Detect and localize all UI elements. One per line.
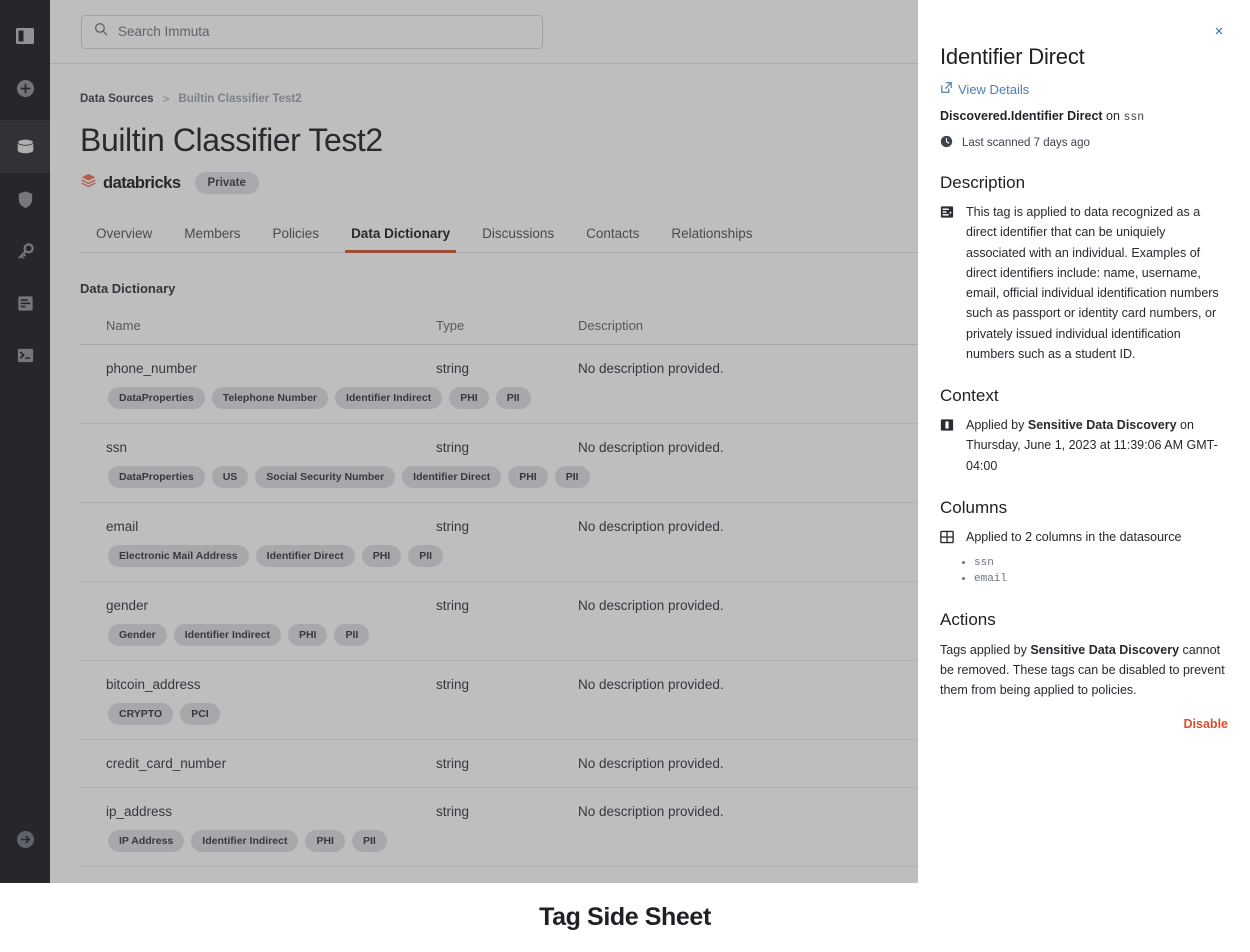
context-block: Applied by Sensitive Data Discovery on T…	[940, 415, 1228, 476]
view-details-label: View Details	[958, 81, 1030, 97]
disable-button[interactable]: Disable	[940, 717, 1228, 731]
context-heading: Context	[940, 386, 999, 405]
column-list-item: ssn	[974, 555, 1228, 572]
description-block: This tag is applied to data recognized a…	[940, 202, 1228, 364]
tag-path-bold: Discovered.Identifier Direct	[940, 109, 1103, 123]
context-prefix: Applied by	[966, 418, 1028, 432]
view-details-link[interactable]: View Details	[940, 81, 1228, 97]
close-icon[interactable]: ×	[1208, 20, 1230, 42]
actions-actor: Sensitive Data Discovery	[1030, 642, 1180, 657]
columns-summary: Applied to 2 columns in the datasource	[966, 529, 1182, 544]
tag-side-sheet: × Identifier Direct View Details Discove…	[918, 0, 1250, 883]
screenshot-root: Search Immuta Data Sources > Builtin Cla…	[0, 0, 1250, 952]
side-sheet-title: Identifier Direct	[940, 44, 1085, 69]
clock-icon	[940, 135, 953, 151]
grid-icon	[940, 527, 954, 549]
actions-heading: Actions	[940, 609, 996, 629]
column-list-item: email	[974, 571, 1228, 588]
columns-heading: Columns	[940, 497, 1008, 517]
context-text: Applied by Sensitive Data Discovery on T…	[966, 415, 1228, 476]
actions-prefix: Tags applied by	[940, 642, 1031, 657]
columns-block: Applied to 2 columns in the datasource	[940, 527, 1228, 549]
description-heading: Description	[940, 173, 1026, 192]
actions-text: Tags applied by Sensitive Data Discovery…	[940, 640, 1228, 701]
last-scanned: Last scanned 7 days ago	[940, 135, 1228, 151]
figure-caption: Tag Side Sheet	[539, 903, 711, 931]
description-text: This tag is applied to data recognized a…	[966, 205, 1219, 361]
context-actor: Sensitive Data Discovery	[1027, 418, 1177, 432]
tag-path-column: ssn	[1123, 111, 1145, 124]
description-icon	[940, 202, 954, 364]
last-scanned-label: Last scanned 7 days ago	[962, 137, 1090, 149]
tag-path: Discovered.Identifier Direct on ssn	[940, 109, 1228, 124]
external-link-icon	[940, 81, 953, 97]
columns-list: ssnemail	[974, 555, 1228, 588]
applied-by-icon	[940, 415, 954, 476]
app-window: Search Immuta Data Sources > Builtin Cla…	[0, 0, 1250, 883]
tag-path-on: on	[1106, 109, 1120, 123]
